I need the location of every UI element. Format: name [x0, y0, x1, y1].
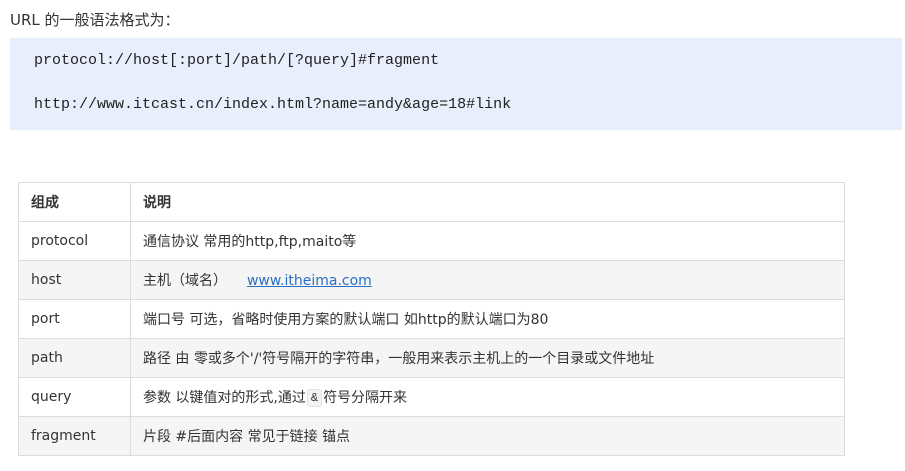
ampersand-code: &	[306, 389, 323, 407]
description-cell: 主机（域名） www.itheima.com	[129, 260, 846, 300]
table-row: protocol 通信协议 常用的http,ftp,maito等	[18, 221, 846, 261]
component-cell: port	[18, 299, 131, 339]
table-header-row: 组成 说明	[18, 182, 846, 222]
component-cell: path	[18, 338, 131, 378]
code-line-syntax: protocol://host[:port]/path/[?query]#fra…	[34, 52, 440, 69]
description-cell: 路径 由 零或多个'/'符号隔开的字符串，一般用来表示主机上的一个目录或文件地址	[129, 338, 846, 378]
description-cell: 通信协议 常用的http,ftp,maito等	[129, 221, 846, 261]
host-example-link[interactable]: www.itheima.com	[247, 273, 372, 289]
code-line-example: http://www.itcast.cn/index.html?name=and…	[34, 96, 512, 113]
component-cell: protocol	[18, 221, 131, 261]
component-cell: query	[18, 377, 131, 417]
table-row: host 主机（域名） www.itheima.com	[18, 260, 846, 300]
table-row: port 端口号 可选，省略时使用方案的默认端口 如http的默认端口为80	[18, 299, 846, 339]
description-text: 参数 以键值对的形式,通过	[142, 390, 306, 406]
url-parts-table: 组成 说明 protocol 通信协议 常用的http,ftp,maito等 h…	[18, 182, 846, 456]
column-header-description: 说明	[129, 182, 846, 222]
table-row: path 路径 由 零或多个'/'符号隔开的字符串，一般用来表示主机上的一个目录…	[18, 338, 846, 378]
code-block: protocol://host[:port]/path/[?query]#fra…	[10, 38, 902, 130]
table-row: fragment 片段 #后面内容 常见于链接 锚点	[18, 416, 846, 456]
column-header-component: 组成	[18, 182, 131, 222]
description-text: 主机（域名）	[142, 273, 227, 289]
component-cell: fragment	[18, 416, 131, 456]
table-row: query 参数 以键值对的形式,通过 & 符号分隔开来	[18, 377, 846, 417]
description-cell: 参数 以键值对的形式,通过 & 符号分隔开来	[129, 377, 846, 417]
intro-text: URL 的一般语法格式为：	[10, 11, 180, 29]
description-cell: 端口号 可选，省略时使用方案的默认端口 如http的默认端口为80	[129, 299, 846, 339]
description-text: 符号分隔开来	[323, 390, 408, 406]
description-cell: 片段 #后面内容 常见于链接 锚点	[129, 416, 846, 456]
component-cell: host	[18, 260, 131, 300]
